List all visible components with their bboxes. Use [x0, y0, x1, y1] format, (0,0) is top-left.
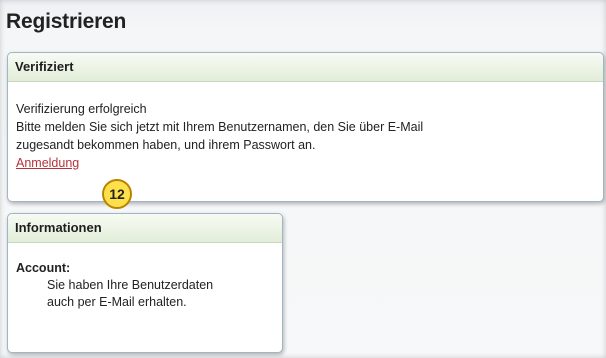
account-info-line-2: auch per E-Mail erhalten. — [47, 295, 187, 309]
info-panel: Informationen Account: Sie haben Ihre Be… — [7, 213, 283, 353]
page-frame: Registrieren Verifiziert Verifizierung e… — [0, 0, 606, 358]
verification-status-text: Verifizierung erfolgreich — [16, 102, 147, 116]
step-number-badge: 12 — [102, 179, 132, 209]
account-label: Account: — [16, 261, 71, 275]
login-instruction-line-2: zugesandt bekommen haben, und ihrem Pass… — [16, 138, 316, 152]
page-title: Registrieren — [6, 10, 127, 33]
login-link[interactable]: Anmeldung — [16, 156, 79, 170]
verified-panel-body: Verifizierung erfolgreich Bitte melden S… — [8, 82, 603, 172]
verified-panel-heading: Verifiziert — [8, 53, 603, 82]
verified-panel: Verifiziert Verifizierung erfolgreich Bi… — [7, 52, 604, 202]
login-instruction-line-1: Bitte melden Sie sich jetzt mit Ihrem Be… — [16, 120, 424, 134]
account-info-line-1: Sie haben Ihre Benutzerdaten — [47, 278, 214, 292]
info-panel-heading: Informationen — [8, 214, 282, 243]
info-panel-body: Account: Sie haben Ihre Benutzerdaten au… — [8, 243, 282, 311]
